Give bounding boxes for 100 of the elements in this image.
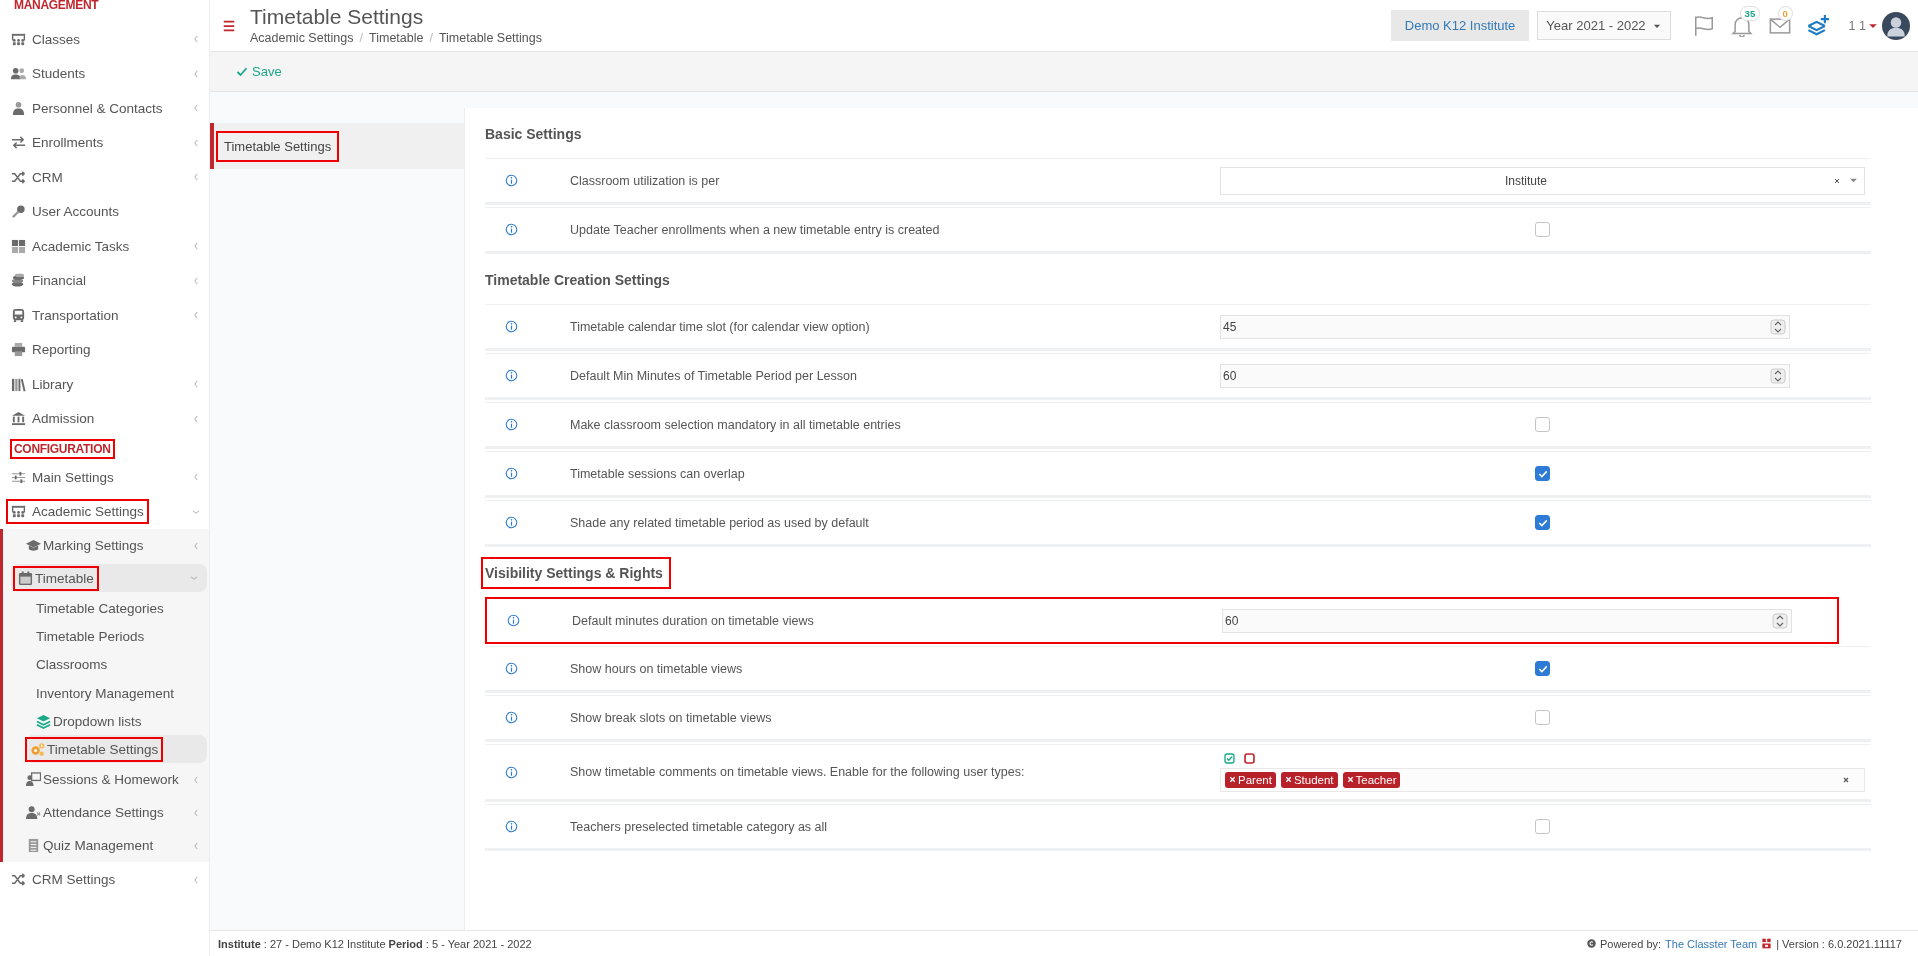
chevron-left-icon	[191, 874, 201, 885]
select-all-icon[interactable]	[1224, 752, 1235, 764]
sidebar-item[interactable]: Financial	[0, 263, 209, 298]
info-icon[interactable]	[505, 820, 518, 833]
remove-icon[interactable]	[1229, 776, 1236, 783]
info-icon[interactable]	[505, 174, 518, 187]
spinner-icon[interactable]	[1772, 612, 1788, 629]
bus-icon	[11, 307, 26, 323]
tag-chip[interactable]: Parent	[1225, 771, 1276, 788]
info-icon[interactable]	[505, 711, 518, 724]
sidebar-item[interactable]: Timetable Settings	[25, 735, 207, 764]
sidebar-item[interactable]: Reporting	[0, 332, 209, 367]
select-field[interactable]: Institute	[1220, 166, 1865, 195]
section-heading: Timetable Creation Settings	[484, 271, 671, 290]
sidebar-item[interactable]: Admission	[0, 401, 209, 436]
flag-icon[interactable]	[1692, 14, 1715, 37]
chevron-left-icon	[191, 841, 201, 851]
info-icon[interactable]	[505, 223, 518, 236]
checkbox[interactable]	[1535, 466, 1550, 481]
shuffle-icon	[11, 872, 26, 888]
sidebar-item[interactable]: Students	[0, 56, 209, 91]
arrows-icon	[11, 135, 26, 151]
clear-icon[interactable]	[1833, 176, 1841, 185]
sidebar-item[interactable]: Library	[0, 367, 209, 402]
breadcrumb-link[interactable]: Timetable Settings	[438, 30, 542, 45]
chevron-left-icon	[191, 68, 201, 79]
chevron-left-icon	[191, 413, 201, 424]
user-name[interactable]: 1 1	[1848, 18, 1866, 33]
shuffle-icon	[11, 169, 26, 185]
checkbox[interactable]	[1535, 661, 1550, 676]
chevron-left-icon	[191, 103, 201, 114]
gears-icon	[30, 742, 45, 757]
setting-label: Timetable sessions can overlap	[570, 466, 746, 481]
tag-chip[interactable]: Student	[1280, 771, 1338, 788]
sidebar-item[interactable]: CRM	[0, 160, 209, 195]
menu-icon[interactable]	[222, 18, 236, 33]
sidebar-item[interactable]: Quiz Management	[3, 829, 209, 863]
sidebar-item[interactable]: Timetable	[11, 564, 207, 592]
sidebar-item[interactable]: Timetable Categories	[3, 594, 209, 623]
sidebar-item[interactable]: Academic Tasks	[0, 229, 209, 264]
user-icon	[11, 100, 26, 116]
breadcrumb-link[interactable]: Timetable	[369, 30, 424, 45]
section-heading: Visibility Settings & Rights	[481, 557, 671, 589]
layers-plus-icon[interactable]	[1806, 14, 1829, 37]
layers-icon	[36, 713, 51, 729]
breadcrumb-link[interactable]: Academic Settings	[250, 30, 354, 45]
checkbox[interactable]	[1535, 515, 1550, 530]
sidebar-item[interactable]: Personnel & Contacts	[0, 91, 209, 126]
remove-icon[interactable]	[1346, 776, 1354, 783]
info-icon[interactable]	[505, 516, 518, 529]
section-heading: CONFIGURATION	[10, 439, 115, 459]
sidebar-item[interactable]: Enrollments	[0, 125, 209, 160]
people-group-icon	[11, 31, 26, 47]
sidebar-item[interactable]: User Accounts	[0, 194, 209, 229]
info-icon[interactable]	[505, 765, 518, 779]
sidebar-item[interactable]: Attendance Settings	[3, 796, 209, 830]
number-field[interactable]: 45	[1220, 314, 1790, 339]
institute-button[interactable]: Demo K12 Institute	[1390, 10, 1530, 41]
info-icon[interactable]	[505, 467, 518, 480]
tags-field[interactable]: Parent Student Teacher	[1220, 767, 1865, 792]
sidebar-item[interactable]: Dropdown lists	[3, 707, 209, 736]
sidebar-item[interactable]: Classes	[0, 22, 209, 57]
clear-icon[interactable]	[1842, 775, 1850, 784]
deselect-all-icon[interactable]	[1244, 752, 1255, 764]
sidebar-item[interactable]: Timetable Periods	[3, 622, 209, 651]
number-field[interactable]: 60	[1222, 608, 1792, 633]
info-icon[interactable]	[505, 369, 518, 382]
spinner-icon[interactable]	[1770, 318, 1786, 335]
sidebar-item[interactable]: CRM Settings	[0, 862, 209, 897]
message-badge: 0	[1777, 5, 1793, 21]
info-icon[interactable]	[505, 320, 518, 333]
tag-chip[interactable]: Teacher	[1342, 771, 1401, 788]
checkbox[interactable]	[1535, 222, 1550, 237]
chevron-down-icon	[189, 573, 199, 583]
year-dropdown[interactable]: Year 2021 - 2022	[1537, 11, 1671, 40]
breadcrumb-separator: /	[429, 30, 433, 45]
graduation-cap-icon	[26, 538, 41, 553]
info-icon[interactable]	[505, 418, 518, 431]
sidebar-item[interactable]: Main Settings	[0, 460, 209, 495]
sidebar-item[interactable]: Transportation	[0, 298, 209, 333]
calendar-icon	[18, 570, 33, 586]
info-icon[interactable]	[505, 662, 518, 675]
tab[interactable]: Timetable Settings	[210, 123, 464, 169]
sidebar-item[interactable]: Sessions & Homework	[3, 763, 209, 797]
chevron-left-icon	[191, 379, 201, 390]
checkbox[interactable]	[1535, 819, 1550, 834]
sidebar-item[interactable]: Inventory Management	[3, 678, 209, 708]
checkbox[interactable]	[1535, 417, 1550, 432]
logo-icon	[1761, 938, 1773, 949]
number-field[interactable]: 60	[1220, 363, 1790, 388]
printer-icon	[11, 342, 26, 358]
spinner-icon[interactable]	[1770, 367, 1786, 384]
user-cross-icon	[26, 805, 41, 821]
remove-icon[interactable]	[1284, 776, 1292, 783]
sidebar-item[interactable]: Classrooms	[3, 650, 209, 679]
info-icon[interactable]	[507, 614, 520, 627]
checkbox[interactable]	[1535, 710, 1550, 725]
team-link[interactable]: The Classter Team	[1665, 937, 1758, 950]
sidebar-item[interactable]: Marking Settings	[3, 529, 209, 562]
avatar-icon[interactable]	[1882, 11, 1910, 40]
